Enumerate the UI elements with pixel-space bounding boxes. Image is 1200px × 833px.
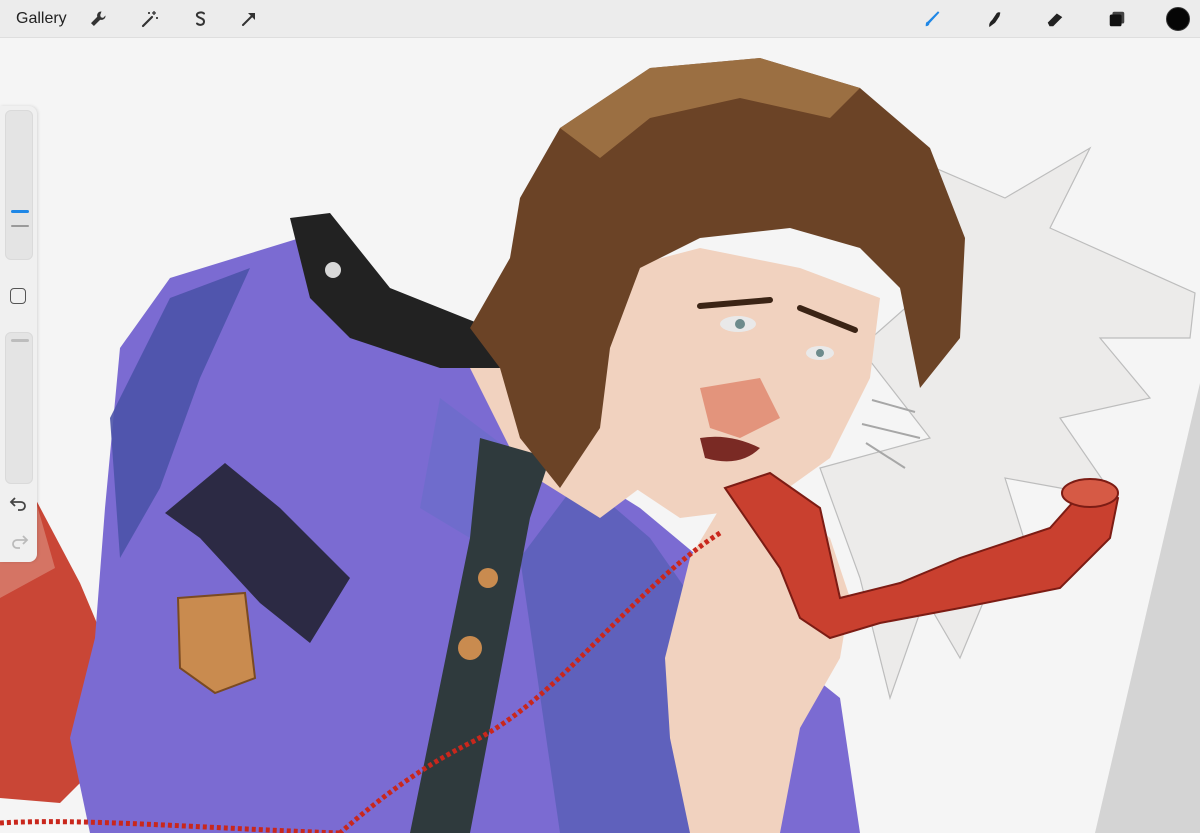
background-grey-shape bbox=[1095, 383, 1200, 833]
left-sidebar bbox=[0, 106, 37, 562]
redo-button[interactable] bbox=[9, 532, 29, 550]
brush-icon[interactable] bbox=[922, 8, 944, 30]
transform-icon[interactable] bbox=[238, 8, 260, 30]
drawing-canvas[interactable] bbox=[0, 38, 1200, 833]
smudge-icon[interactable] bbox=[983, 8, 1005, 30]
opacity-indicator bbox=[11, 339, 29, 342]
redo-icon bbox=[12, 535, 29, 549]
brush-size-indicator bbox=[11, 210, 29, 213]
wrench-icon[interactable] bbox=[87, 8, 109, 30]
selection-icon[interactable] bbox=[190, 8, 212, 30]
button-pin bbox=[325, 262, 341, 278]
opacity-slider[interactable] bbox=[5, 332, 33, 484]
gallery-button[interactable]: Gallery bbox=[16, 9, 67, 29]
layers-icon[interactable] bbox=[1106, 8, 1128, 30]
undo-button[interactable] bbox=[9, 494, 29, 512]
undo-icon bbox=[9, 497, 26, 511]
eraser-icon[interactable] bbox=[1044, 8, 1066, 30]
magic-wand-icon[interactable] bbox=[139, 8, 161, 30]
brush-size-marker bbox=[11, 225, 29, 227]
modify-button[interactable] bbox=[10, 288, 26, 304]
brush-size-slider[interactable] bbox=[5, 110, 33, 260]
top-toolbar: Gallery bbox=[0, 0, 1200, 38]
artwork-illustration bbox=[0, 58, 1200, 833]
color-picker-swatch[interactable] bbox=[1166, 7, 1190, 31]
